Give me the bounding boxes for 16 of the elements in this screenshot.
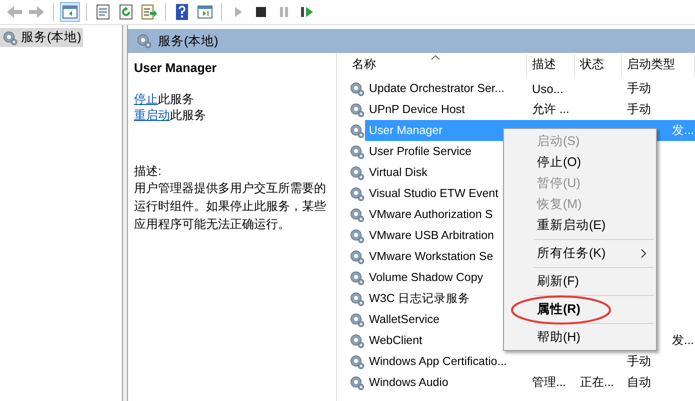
pane-title: 服务(本地) — [158, 32, 218, 50]
table-cell: 自动 — [627, 375, 651, 389]
table-cell: Uso... — [532, 82, 564, 96]
table-cell: 允许 ... — [532, 102, 570, 116]
table-cell: 发... — [672, 333, 694, 347]
table-cell: 管理... — [532, 375, 566, 389]
table-cell: 手动 — [627, 81, 651, 95]
description-text: 用户管理器提供多用户交互所需要的运行时组件。如果停止此服务，某些应用程序可能无法正确运行。 — [134, 180, 327, 233]
table-cell: 手动 — [627, 102, 651, 116]
action-text: 此服务 — [170, 108, 206, 122]
description-label: 描述: — [134, 163, 162, 179]
service-title: User Manager — [134, 61, 218, 75]
table-cell: 手动 — [627, 354, 651, 368]
action-text: 此服务 — [158, 92, 194, 106]
table-cell: 发... — [672, 123, 694, 137]
table-cell: 正在... — [580, 375, 614, 389]
